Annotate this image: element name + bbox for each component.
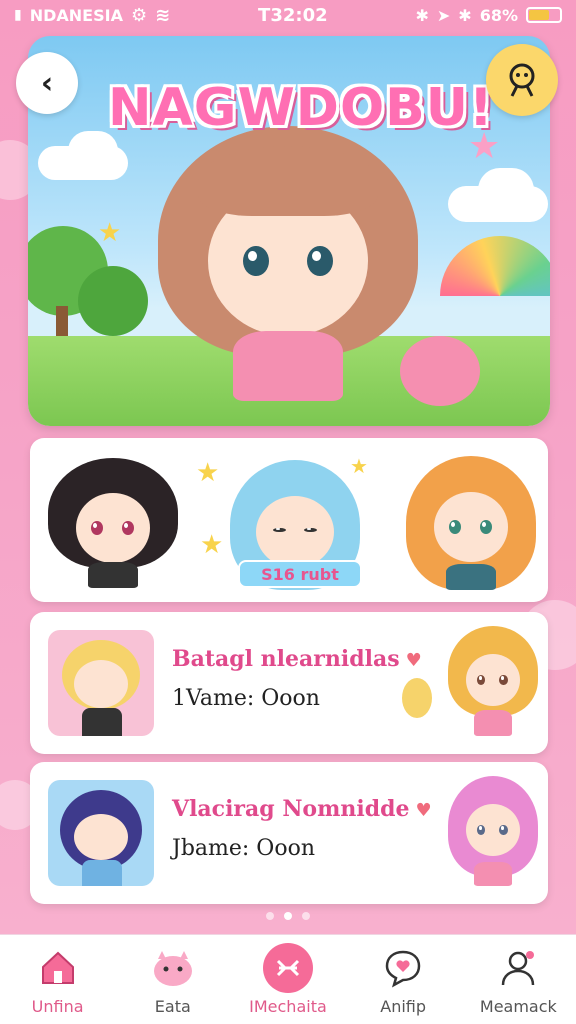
character-face <box>466 804 520 856</box>
status-bar: ▮ NDANESIA ⚙ ≋ T32:02 ✱ ➤ ✱ 68% <box>0 0 576 30</box>
pager-dots[interactable] <box>0 912 576 920</box>
side-character <box>448 626 538 738</box>
hero-title: NAGWDOBU! <box>108 78 494 138</box>
bluetooth-icon-2: ✱ <box>458 5 472 25</box>
settings-gear-icon: ⚙ <box>130 4 148 26</box>
heart-icon: ♥ <box>405 650 422 671</box>
character-thumbnail <box>48 780 154 886</box>
character-subtitle: Jbame: Ooon <box>172 836 315 861</box>
bluetooth-icon: ✱ <box>415 5 429 25</box>
center-action-icon <box>262 943 313 993</box>
character-list-item[interactable]: Vlacirag Nomnidde ♥ Jbame: Ooon <box>30 762 548 904</box>
gallery-character-black-hair[interactable] <box>48 458 178 588</box>
pager-dot[interactable] <box>302 912 310 920</box>
character-eye <box>121 521 134 535</box>
sticker-gallery-card[interactable]: ★ ★ ★ S16 rubt <box>30 438 548 602</box>
gallery-character-orange-hair[interactable] <box>406 456 536 590</box>
nav-item-pet[interactable]: Eata <box>123 943 223 1016</box>
character-face-icon <box>509 63 535 97</box>
character-name: Vlacirag Nomnidde ♥ <box>172 796 432 822</box>
nav-item-home[interactable]: Unfina <box>8 943 108 1016</box>
character-face <box>76 493 150 563</box>
star-icon: ★ <box>98 218 122 248</box>
chat-heart-icon <box>378 943 428 993</box>
carrier-label: NDANESIA <box>29 5 123 25</box>
star-icon: ★ <box>196 458 220 488</box>
nav-label: Unfina <box>31 997 84 1016</box>
character-eye <box>479 520 492 534</box>
character-eye <box>448 520 461 534</box>
character-subtitle: 1Vame: Ooon <box>172 686 320 711</box>
main-character <box>158 126 418 416</box>
character-list-item[interactable]: Batagl nlearnidlas ♥ 1Vame: Ooon <box>30 612 548 754</box>
character-eye <box>499 674 509 686</box>
wifi-icon: ≋ <box>155 4 171 26</box>
character-eye <box>499 824 509 836</box>
character-body <box>446 564 496 590</box>
character-eye <box>476 674 486 686</box>
nav-item-chat[interactable]: Anifip <box>353 943 453 1016</box>
cloud <box>478 168 534 212</box>
heart-icon: ♥ <box>415 800 432 821</box>
character-name: Batagl nlearnidlas ♥ <box>172 646 422 672</box>
thumbnail-face <box>74 814 128 860</box>
character-body <box>88 562 138 588</box>
character-face <box>256 496 334 568</box>
umbrella <box>440 236 550 296</box>
battery-percent: 68% <box>479 5 518 25</box>
character-eye <box>476 824 486 836</box>
battery-icon <box>526 7 562 23</box>
battery-fill <box>529 10 550 20</box>
thumbnail-face <box>74 660 128 708</box>
clock: T32:02 <box>258 4 328 26</box>
thumbnail-body <box>82 708 122 736</box>
chevron-left-icon: ‹ <box>40 65 54 101</box>
character-name-text: Vlacirag Nomnidde <box>172 796 410 822</box>
home-icon <box>33 943 83 993</box>
back-button[interactable]: ‹ <box>16 52 78 114</box>
location-icon: ➤ <box>436 5 451 25</box>
nav-label: IMechaita <box>249 997 327 1016</box>
mini-character <box>402 678 432 718</box>
character-thumbnail <box>48 630 154 736</box>
character-bangs <box>198 146 378 216</box>
signal-icon: ▮ <box>14 7 22 23</box>
character-body <box>474 710 512 736</box>
tree <box>78 266 148 336</box>
profile-icon <box>493 943 543 993</box>
character-eye <box>243 246 269 276</box>
thumbnail-body <box>82 860 122 886</box>
character-eye <box>304 527 317 532</box>
character-name-text: Batagl nlearnidlas <box>172 646 400 672</box>
pet-character <box>400 336 480 406</box>
nav-label: Anifip <box>380 997 427 1016</box>
pet-icon <box>148 943 198 993</box>
character-eye <box>273 527 286 532</box>
star-icon: ★ <box>200 530 224 560</box>
hero-banner: ★ ★ NAGWDOBU! <box>28 36 550 426</box>
character-eye <box>307 246 333 276</box>
pager-dot-active[interactable] <box>284 912 292 920</box>
nav-item-profile[interactable]: Meamack <box>468 943 568 1016</box>
character-face <box>466 654 520 706</box>
bottom-nav: Unfina Eata IMechaita Anifip Meamack <box>0 934 576 1024</box>
sticker-label: S16 rubt <box>238 560 362 588</box>
side-character <box>448 776 538 888</box>
character-menu-button[interactable] <box>486 44 558 116</box>
character-face <box>434 492 508 562</box>
nav-label: Meamack <box>479 997 557 1016</box>
pager-dot[interactable] <box>266 912 274 920</box>
character-eye <box>90 521 103 535</box>
nav-item-center[interactable]: IMechaita <box>238 943 338 1016</box>
nav-label: Eata <box>154 997 191 1016</box>
character-body <box>233 331 343 401</box>
character-body <box>474 862 512 886</box>
